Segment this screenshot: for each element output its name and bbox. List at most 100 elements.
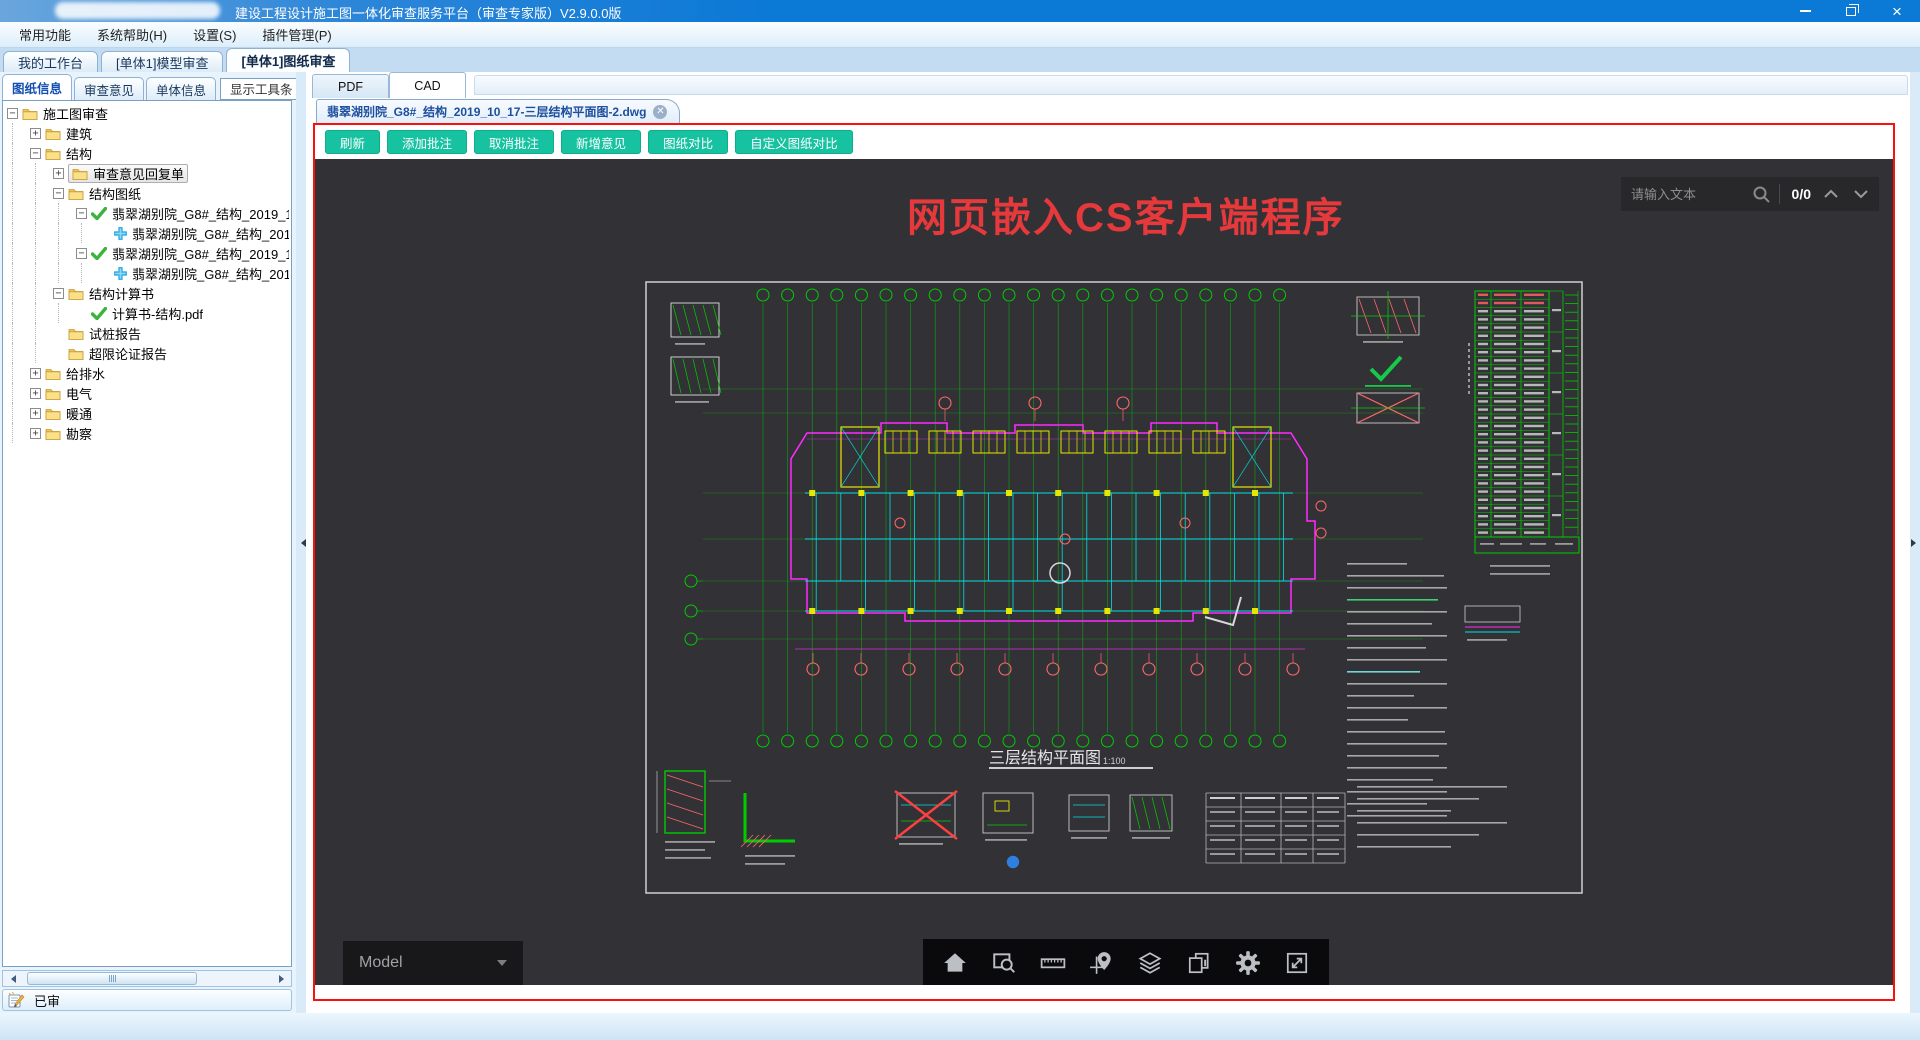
tree-item-label: 计算书-结构.pdf: [112, 306, 204, 322]
window-bottom-frame: [0, 1013, 1920, 1040]
drawing-scale: 1:100: [1103, 756, 1126, 766]
tree-item[interactable]: 试桩报告: [5, 323, 289, 343]
viewer-mode-tab-cad[interactable]: CAD: [389, 72, 466, 98]
tree-item[interactable]: + 暖通: [5, 403, 289, 423]
tree-item[interactable]: + 给排水: [5, 363, 289, 383]
viewer-tool-locate-icon[interactable]: [1085, 946, 1119, 980]
search-next-button[interactable]: [1853, 189, 1869, 199]
tree-item[interactable]: 翡翠湖别院_G8#_结构_2019_10_1: [5, 263, 289, 283]
toolbar-select-label[interactable]: 显示工具条: [220, 77, 303, 100]
left-panel-collapse-strip[interactable]: [296, 72, 306, 1013]
menu-item-0[interactable]: 常用功能: [6, 22, 84, 47]
tree-item[interactable]: − 翡翠湖别院_G8#_结构_2019_10_17-: [5, 203, 289, 223]
tree-item-label: 翡翠湖别院_G8#_结构_2019_10_17-: [112, 206, 289, 222]
viewer-tool-fullscreen-icon[interactable]: [1280, 946, 1314, 980]
tree-item[interactable]: − 施工图审查: [5, 103, 289, 123]
layout-model-select[interactable]: Model: [343, 941, 523, 985]
cad-toolbar-button-1[interactable]: 添加批注: [387, 130, 468, 154]
tree-expander-plus[interactable]: +: [30, 127, 41, 139]
cad-viewport[interactable]: 网页嵌入CS客户端程序 0/0: [315, 159, 1893, 985]
tree-expander-minus[interactable]: −: [76, 247, 87, 259]
folder-icon: [68, 187, 84, 200]
tree-item[interactable]: − 结构计算书: [5, 283, 289, 303]
drawing-title: 三层结构平面图: [989, 749, 1101, 767]
cad-toolbar-button-5[interactable]: 自定义图纸对比: [735, 130, 853, 154]
drawing-tree-box: − 施工图审查 + 建筑 − 结构 + 审查意见回复单 − 结构图纸 − 翡翠湖别院_G8#_结构_2…: [2, 100, 292, 967]
viewer-tool-home-icon[interactable]: [938, 946, 972, 980]
cad-toolbar-button-4[interactable]: 图纸对比: [648, 130, 729, 154]
file-tab[interactable]: 翡翠湖别院_G8#_结构_2019_10_17-三层结构平面图-2.dwg ✕: [316, 99, 681, 123]
main-tab-1[interactable]: [单体1]模型审查: [101, 51, 224, 72]
tree-expander-minus[interactable]: −: [53, 287, 64, 299]
scrollbar-thumb[interactable]: [27, 972, 197, 985]
viewer-tool-measure-icon[interactable]: [1036, 946, 1070, 980]
scroll-right-button[interactable]: [275, 971, 291, 986]
file-tab-bar: 翡翠湖别院_G8#_结构_2019_10_17-三层结构平面图-2.dwg ✕: [306, 98, 1910, 123]
panel-tab-2[interactable]: 单体信息: [146, 77, 217, 100]
tree-item-label: 审查意见回复单: [93, 166, 185, 182]
minimize-button[interactable]: [1782, 0, 1828, 22]
scroll-left-button[interactable]: [3, 971, 19, 986]
tree-item-label: 翡翠湖别院_G8#_结构_2019_10_1: [132, 226, 289, 242]
file-tab-close-icon[interactable]: ✕: [653, 104, 668, 119]
tree-item[interactable]: − 翡翠湖别院_G8#_结构_2019_10_17-: [5, 243, 289, 263]
viewer-mode-tab-pdf[interactable]: PDF: [312, 74, 389, 98]
folder-icon: [68, 347, 84, 360]
tree-item[interactable]: + 勘察: [5, 423, 289, 443]
search-prev-button[interactable]: [1823, 189, 1839, 199]
cad-canvas[interactable]: 三层结构平面图 1:100: [645, 281, 1583, 895]
tree-expander-plus[interactable]: +: [30, 407, 41, 419]
tree-item[interactable]: 翡翠湖别院_G8#_结构_2019_10_1: [5, 223, 289, 243]
check-icon: [91, 306, 107, 320]
right-panel-collapse-strip[interactable]: [1910, 72, 1920, 1013]
tree-expander-plus[interactable]: +: [30, 367, 41, 379]
panel-tab-1[interactable]: 审查意见: [74, 77, 145, 100]
folder-icon: [45, 367, 61, 380]
viewer-tool-layers-icon[interactable]: [1133, 946, 1167, 980]
tree-item[interactable]: + 建筑: [5, 123, 289, 143]
cad-toolbar-button-3[interactable]: 新增意见: [561, 130, 642, 154]
divider: [1778, 184, 1780, 204]
search-icon[interactable]: [1752, 185, 1771, 204]
search-input[interactable]: [1631, 186, 1744, 202]
tree-expander-plus[interactable]: +: [30, 387, 41, 399]
cad-toolbar-button-2[interactable]: 取消批注: [474, 130, 555, 154]
cad-toolbar: 刷新 添加批注 取消批注 新增意见 图纸对比 自定义图纸对比: [315, 125, 1893, 159]
panel-tab-0[interactable]: 图纸信息: [2, 74, 73, 100]
main-tab-2[interactable]: [单体1]图纸审查: [226, 48, 351, 72]
tree-item-label: 结构: [66, 146, 93, 162]
folder-icon: [45, 387, 61, 400]
main-tab-0[interactable]: 我的工作台: [3, 51, 99, 72]
tree-horizontal-scrollbar[interactable]: [2, 970, 292, 987]
tree-item[interactable]: + 审查意见回复单: [5, 163, 289, 183]
collapse-left-icon: [297, 538, 306, 547]
tree-expander-plus[interactable]: +: [53, 167, 64, 179]
window-title: 建设工程设计施工图一体化审查服务平台（审查专家版）V2.9.0.0版: [235, 6, 622, 21]
tree-item[interactable]: − 结构图纸: [5, 183, 289, 203]
menu-item-2[interactable]: 设置(S): [180, 22, 249, 47]
left-panel: 图纸信息 审查意见 单体信息 显示工具条 − 施工图审查 + 建筑 − 结构 + 审查意见回复单 − 结…: [0, 72, 320, 1013]
tree-expander-minus[interactable]: −: [30, 147, 41, 159]
tree-item[interactable]: + 电气: [5, 383, 289, 403]
tree-expander-minus[interactable]: −: [7, 107, 18, 119]
viewer-tool-viewports-icon[interactable]: [1182, 946, 1216, 980]
menu-item-1[interactable]: 系统帮助(H): [84, 22, 180, 47]
tree-item-label: 施工图审查: [43, 106, 109, 122]
tree-item[interactable]: − 结构: [5, 143, 289, 163]
viewer-tool-settings-icon[interactable]: [1231, 946, 1265, 980]
collapse-right-icon: [1910, 538, 1920, 547]
tree-item[interactable]: 超限论证报告: [5, 343, 289, 363]
tree-expander-plus[interactable]: +: [30, 427, 41, 439]
menu-item-3[interactable]: 插件管理(P): [249, 22, 344, 47]
close-button[interactable]: ×: [1874, 0, 1920, 22]
plus-icon: [114, 266, 127, 280]
tree-expander-minus[interactable]: −: [53, 187, 64, 199]
tree-item[interactable]: 计算书-结构.pdf: [5, 303, 289, 323]
scrollbar-track[interactable]: [19, 971, 275, 986]
restore-button[interactable]: [1828, 0, 1874, 22]
folder-icon: [45, 427, 61, 440]
tree-expander-minus[interactable]: −: [76, 207, 87, 219]
cad-toolbar-button-0[interactable]: 刷新: [325, 130, 381, 154]
restore-icon: [1846, 3, 1859, 16]
viewer-tool-zoom-window-icon[interactable]: [987, 946, 1021, 980]
